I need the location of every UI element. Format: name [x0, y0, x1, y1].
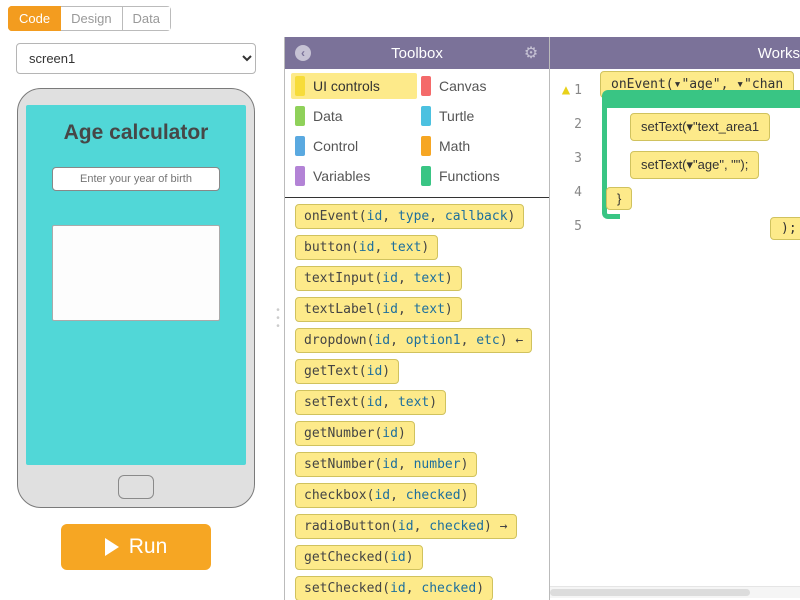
code-block-settext-2[interactable]: setText(▾"age", ""); [630, 151, 759, 179]
category-color-icon [421, 76, 431, 96]
run-button[interactable]: Run [61, 524, 211, 570]
toolbox-block-checkbox[interactable]: checkbox(id, checked) [295, 483, 477, 508]
app-root: Code Design Data screen1 Age calculator … [0, 0, 800, 600]
category-functions[interactable]: Functions [417, 163, 543, 189]
tab-code[interactable]: Code [8, 6, 61, 31]
category-variables[interactable]: Variables [291, 163, 417, 189]
phone-frame: Age calculator [17, 88, 255, 508]
category-data[interactable]: Data [291, 103, 417, 129]
mode-tabs: Code Design Data [8, 6, 171, 31]
toolbox-block-button[interactable]: button(id, text) [295, 235, 438, 260]
resize-handle[interactable]: ••• [272, 37, 284, 600]
screen-select[interactable]: screen1 [16, 43, 256, 74]
toolbox-back-button[interactable]: ‹ [293, 43, 313, 63]
category-label: Variables [313, 168, 370, 184]
category-color-icon [421, 106, 431, 126]
toolbox-block-settext[interactable]: setText(id, text) [295, 390, 446, 415]
category-grid: UI controls Canvas Data Turtle Control Math Va… [285, 69, 549, 198]
category-label: UI controls [313, 78, 380, 94]
toolbox-block-gettext[interactable]: getText(id) [295, 359, 399, 384]
toolbox-block-onevent[interactable]: onEvent(id, type, callback) [295, 204, 524, 229]
category-control[interactable]: Control [291, 133, 417, 159]
play-icon [105, 538, 119, 556]
workspace-header: Works [550, 37, 800, 69]
scrollbar-thumb[interactable] [550, 589, 750, 596]
block-list: onEvent(id, type, callback) button(id, te… [285, 198, 549, 600]
gear-icon: ⚙ [524, 43, 538, 63]
category-color-icon [295, 136, 305, 156]
line-gutter: ▲1 2 3 4 5 [550, 69, 588, 600]
category-ui-controls[interactable]: UI controls [291, 73, 417, 99]
tab-data[interactable]: Data [123, 6, 171, 31]
workspace-panel: Works ▲1 2 3 4 5 onEvent(▾"age", ▾"chan … [550, 37, 800, 600]
home-button[interactable] [118, 475, 154, 499]
code-block-tail[interactable]: ); [770, 217, 800, 240]
tab-design[interactable]: Design [61, 6, 122, 31]
main-3col: screen1 Age calculator Run ••• [0, 37, 800, 600]
category-label: Functions [439, 168, 500, 184]
category-label: Data [313, 108, 343, 124]
horizontal-scrollbar[interactable] [550, 586, 800, 598]
code-block-settext-1[interactable]: setText(▾"text_area1 [630, 113, 770, 141]
run-label: Run [129, 535, 168, 559]
toolbox-block-getnumber[interactable]: getNumber(id) [295, 421, 415, 446]
workspace-canvas[interactable]: ▲1 2 3 4 5 onEvent(▾"age", ▾"chan setTex… [550, 69, 800, 600]
code-block-close-brace[interactable]: } [606, 187, 632, 210]
category-color-icon [421, 166, 431, 186]
app-screen: Age calculator [26, 105, 246, 465]
category-canvas[interactable]: Canvas [417, 73, 543, 99]
function-body-block[interactable] [602, 90, 800, 108]
toolbox-block-setchecked[interactable]: setChecked(id, checked) [295, 576, 493, 600]
category-color-icon [421, 136, 431, 156]
result-textarea[interactable] [52, 225, 219, 321]
chevron-left-icon: ‹ [295, 45, 311, 61]
top-bar: Code Design Data [0, 0, 800, 37]
toolbox-settings-button[interactable]: ⚙ [521, 43, 541, 63]
preview-column: screen1 Age calculator Run [0, 37, 272, 600]
toolbox-block-dropdown[interactable]: dropdown(id, option1, etc) ← [295, 328, 532, 353]
category-color-icon [295, 166, 305, 186]
category-color-icon [295, 76, 305, 96]
category-label: Math [439, 138, 470, 154]
toolbox-block-getchecked[interactable]: getChecked(id) [295, 545, 423, 570]
toolbox-block-setnumber[interactable]: setNumber(id, number) [295, 452, 477, 477]
toolbox-block-radiobutton[interactable]: radioButton(id, checked) → [295, 514, 517, 539]
year-input[interactable] [52, 167, 219, 191]
toolbox-header: ‹ Toolbox ⚙ [285, 37, 549, 69]
toolbox-panel: ‹ Toolbox ⚙ UI controls Canvas Data Turtle C… [284, 37, 550, 600]
workspace-title: Works [758, 45, 800, 62]
category-label: Canvas [439, 78, 486, 94]
toolbox-block-textinput[interactable]: textInput(id, text) [295, 266, 462, 291]
category-label: Control [313, 138, 358, 154]
warning-icon: ▲ [562, 82, 570, 98]
toolbox-title: Toolbox [391, 45, 443, 62]
category-label: Turtle [439, 108, 474, 124]
code-area[interactable]: onEvent(▾"age", ▾"chan setText(▾"text_ar… [588, 69, 800, 600]
category-math[interactable]: Math [417, 133, 543, 159]
category-turtle[interactable]: Turtle [417, 103, 543, 129]
category-color-icon [295, 106, 305, 126]
toolbox-block-textlabel[interactable]: textLabel(id, text) [295, 297, 462, 322]
app-title: Age calculator [64, 121, 209, 145]
